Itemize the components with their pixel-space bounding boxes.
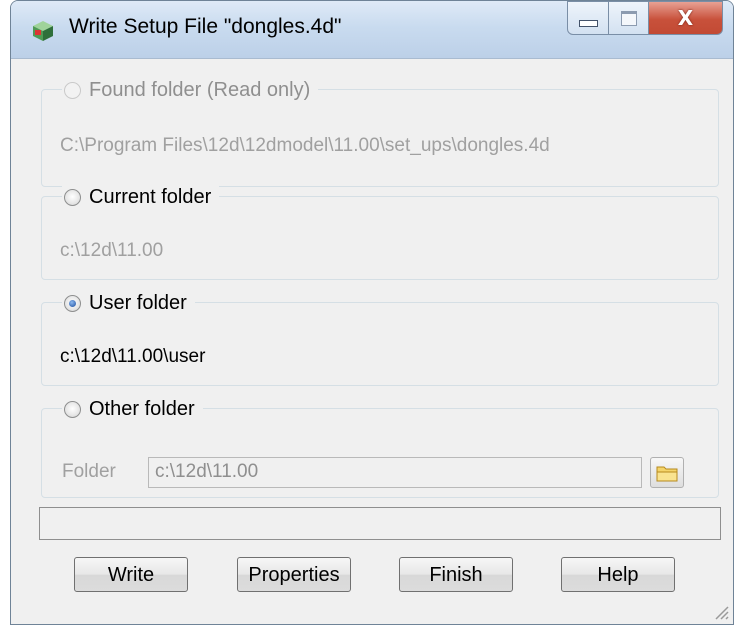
folder-icon <box>656 466 678 481</box>
finish-button[interactable]: Finish <box>399 557 513 592</box>
found-folder-legend: Found folder (Read only) <box>62 73 319 107</box>
current-folder-path: c:\12d\11.00 <box>60 240 164 261</box>
help-button[interactable]: Help <box>561 557 675 592</box>
minimize-icon <box>578 19 598 27</box>
user-folder-label[interactable]: User folder <box>89 292 187 315</box>
write-button[interactable]: Write <box>74 557 188 592</box>
user-folder-radio[interactable] <box>64 294 81 312</box>
caption-buttons: X <box>567 1 723 37</box>
browse-folder-button[interactable] <box>650 457 684 488</box>
folder-label: Folder <box>62 461 116 482</box>
window-title: Write Setup File "dongles.4d" <box>69 15 342 38</box>
user-folder-path: c:\12d\11.00\user <box>60 346 206 367</box>
found-folder-label: Found folder (Read only) <box>89 78 311 101</box>
other-folder-group: Other folder Folder c:\12d\11.00 <box>41 392 719 498</box>
current-folder-group: Current folder c:\12d\11.00 <box>41 180 719 280</box>
current-folder-legend: Current folder <box>62 180 220 214</box>
found-folder-radio <box>64 81 81 99</box>
current-folder-radio[interactable] <box>64 188 81 206</box>
close-icon: X <box>677 6 694 30</box>
other-folder-radio[interactable] <box>64 400 81 418</box>
found-folder-path: C:\Program Files\12d\12dmodel\11.00\set_… <box>60 135 550 156</box>
minimize-button[interactable] <box>567 1 609 35</box>
user-folder-legend: User folder <box>62 286 195 320</box>
status-bar <box>39 507 721 540</box>
dialog-window: Write Setup File "dongles.4d" X Found fo… <box>10 0 734 625</box>
current-folder-label[interactable]: Current folder <box>89 186 211 209</box>
resize-grip-icon[interactable] <box>711 602 729 620</box>
properties-button[interactable]: Properties <box>237 557 351 592</box>
title-bar[interactable]: Write Setup File "dongles.4d" X <box>11 1 733 59</box>
other-folder-label[interactable]: Other folder <box>89 398 195 421</box>
app-icon <box>33 21 53 41</box>
maximize-icon <box>620 10 637 26</box>
found-folder-group: Found folder (Read only) C:\Program File… <box>41 73 719 187</box>
user-folder-group: User folder c:\12d\11.00\user <box>41 286 719 386</box>
other-folder-legend: Other folder <box>62 392 203 426</box>
close-button[interactable]: X <box>649 1 723 35</box>
maximize-button[interactable] <box>609 1 649 35</box>
folder-input[interactable]: c:\12d\11.00 <box>148 457 642 488</box>
